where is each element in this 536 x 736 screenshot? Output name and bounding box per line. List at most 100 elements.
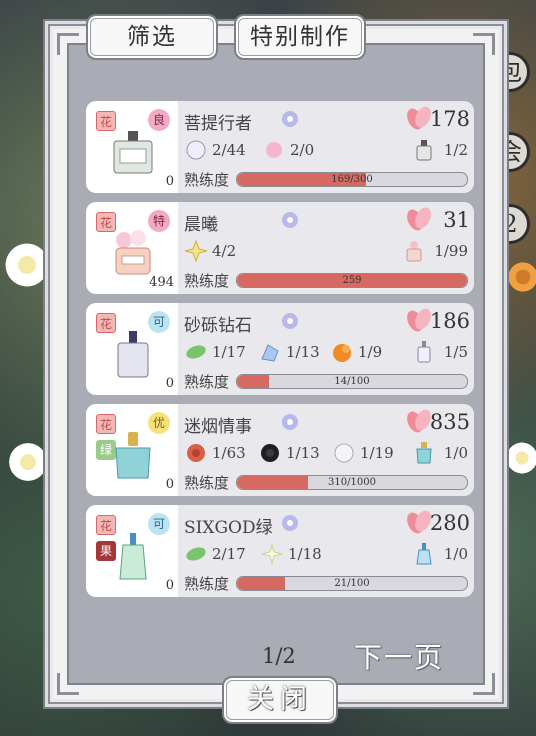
ingredient: 1/17: [184, 341, 246, 363]
perfume-name: 菩提行者: [184, 114, 252, 134]
ingredient: 1/9: [330, 341, 382, 363]
recipe-card[interactable]: 花 特 494 晨曦 31 4/2 1/99 熟练度 259: [86, 202, 474, 294]
petal-count: 31: [443, 208, 470, 232]
owned-count: 0: [165, 174, 174, 189]
page-indicator: 1/2: [262, 644, 296, 668]
petal-count: 178: [429, 107, 470, 131]
flower-icon: [282, 212, 298, 228]
petal-count: 835: [429, 410, 470, 434]
perfume-bottle-icon: [119, 533, 147, 580]
ingredient: 1/19: [332, 442, 394, 464]
proficiency-bar: 21/100: [236, 576, 468, 591]
perfume-name: 迷烟情事: [184, 417, 252, 437]
flower-icon: [282, 313, 298, 329]
mint-leaf-icon: [186, 345, 206, 359]
ingredient-count: 1/19: [360, 444, 394, 462]
flower-type-tag: 花: [96, 414, 116, 434]
proficiency-text: 310/1000: [328, 477, 376, 488]
perfume-thumbnail: 花 果 可 0: [86, 505, 178, 597]
proficiency-bar: 310/1000: [236, 475, 468, 490]
white-lily-icon: [261, 543, 283, 565]
blue-bottle-icon: [416, 543, 432, 565]
bottle-requirement-count: 1/2: [443, 141, 468, 159]
ornament-corner: [473, 33, 495, 55]
proficiency-bar: 169/300: [236, 172, 468, 187]
ornament-corner: [57, 673, 79, 695]
perfume-name: 晨曦: [184, 215, 218, 235]
owned-count: 0: [165, 578, 174, 593]
clear-bottle-icon: [417, 341, 431, 363]
proficiency-text: 21/100: [334, 578, 370, 589]
proficiency-label: 熟练度: [184, 575, 230, 593]
recipe-card[interactable]: 花 良 0 菩提行者 178 2/44 2/0 1/2 熟练度 169/300: [86, 101, 474, 193]
next-page-button[interactable]: 下一页: [354, 636, 444, 676]
background-flower: [504, 440, 536, 476]
owned-count: 0: [165, 477, 174, 492]
ingredient-count: 1/18: [288, 545, 322, 563]
recipe-card[interactable]: 花 可 0 砂砾钻石 186 1/17 1/13 1/9 1/5 熟练度 14/…: [86, 303, 474, 395]
ingredient-count: 2/17: [212, 545, 246, 563]
ingredient-count: 1/17: [212, 343, 246, 361]
perfume-bottle-icon: [416, 140, 432, 161]
pink-bottle-icon: [406, 241, 422, 262]
flower-icon: [282, 414, 298, 430]
petal-count: 280: [429, 511, 470, 535]
ingredient: 1/13: [258, 442, 320, 464]
proficiency-label: 熟练度: [184, 373, 230, 391]
proficiency-text: 169/300: [331, 174, 373, 185]
bottle-requirement-count: 1/99: [434, 242, 468, 260]
background-flower: [6, 440, 50, 484]
flower-type-tag: 花: [96, 212, 116, 232]
mint-leaf-icon: [186, 547, 206, 561]
bottle-requirement-count: 1/0: [443, 545, 468, 563]
rank-badge: 良: [148, 109, 170, 131]
flower-icon: [282, 515, 298, 531]
ingredient-count: 2/0: [290, 141, 315, 159]
recipe-card[interactable]: 花 绿 优 0 迷烟情事 835 1/63 1/13 1/19 1/0 熟练度 …: [86, 404, 474, 496]
perfume-bottle-icon: [113, 131, 153, 174]
proficiency-text: 259: [342, 275, 362, 286]
bottle-requirement: 1/2: [414, 139, 468, 161]
petal-icon: [407, 207, 431, 231]
proficiency-bar: 259: [236, 273, 468, 288]
special-craft-tab[interactable]: 特别制作: [234, 14, 366, 60]
filter-tab[interactable]: 筛选: [86, 14, 218, 60]
perfume-name: SIXGOD绿: [184, 518, 273, 538]
black-rose-icon: [261, 444, 279, 462]
background-flower: [506, 260, 536, 294]
blue-crystal-icon: [261, 344, 279, 362]
ingredient-count: 1/13: [286, 444, 320, 462]
ingredient-count: 1/9: [358, 343, 383, 361]
bottle-requirement: 1/0: [414, 442, 468, 464]
flower-type-tag: 花: [96, 313, 116, 333]
bottle-requirement-count: 1/5: [443, 343, 468, 361]
ingredient: 2/44: [184, 139, 246, 161]
close-button[interactable]: 关闭: [222, 676, 338, 724]
orange-icon: [333, 344, 351, 362]
petal-count: 186: [429, 309, 470, 333]
flower-type-tag: 花: [96, 111, 116, 131]
ingredient: 1/13: [258, 341, 320, 363]
proficiency-bar: 14/100: [236, 374, 468, 389]
proficiency-label: 熟练度: [184, 171, 230, 189]
proficiency-text: 14/100: [334, 376, 370, 387]
pink-flower-icon: [266, 142, 282, 158]
ingredient-count: 1/13: [286, 343, 320, 361]
perfume-name: 砂砾钻石: [184, 316, 252, 336]
perfume-bottle-icon: [117, 331, 149, 378]
rank-badge: 特: [148, 210, 170, 232]
teal-bottle-icon: [416, 442, 432, 464]
proficiency-label: 熟练度: [184, 474, 230, 492]
rank-badge: 可: [148, 513, 170, 535]
ingredient-count: 4/2: [212, 242, 237, 260]
perfume-thumbnail: 花 良 0: [86, 101, 178, 193]
perfume-thumbnail: 花 绿 优 0: [86, 404, 178, 496]
perfume-bottle-icon: [115, 432, 151, 479]
white-flower-icon: [334, 443, 354, 463]
recipe-card[interactable]: 花 果 可 0 SIXGOD绿 280 2/17 1/18 1/0 熟练度 21…: [86, 505, 474, 597]
ingredient: 2/0: [262, 139, 314, 161]
yellow-lily-icon: [184, 240, 208, 262]
proficiency-label: 熟练度: [184, 272, 230, 290]
ornament-corner: [473, 673, 495, 695]
bottle-requirement: 1/0: [414, 543, 468, 565]
